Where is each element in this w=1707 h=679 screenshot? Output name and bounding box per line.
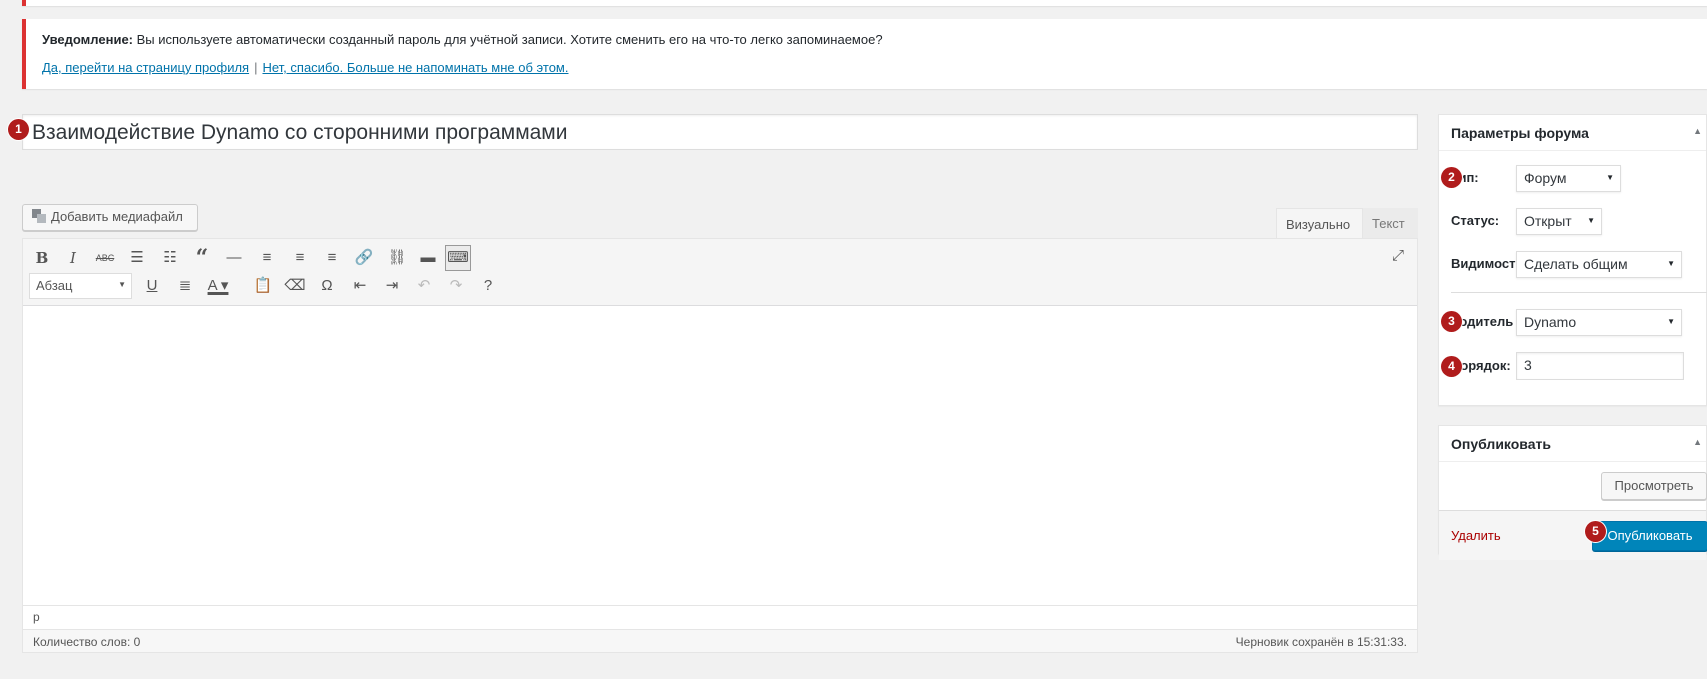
type-select[interactable]: Форум xyxy=(1516,165,1621,192)
visibility-select[interactable]: Сделать общим xyxy=(1516,251,1682,278)
add-media-button[interactable]: Добавить медиафайл xyxy=(22,204,198,231)
go-to-profile-link[interactable]: Да, перейти на страницу профиля xyxy=(42,60,249,75)
notice-label: Уведомление: xyxy=(42,32,133,47)
top-notice-strip xyxy=(22,0,1707,6)
strikethrough-icon[interactable]: ABC xyxy=(92,245,118,271)
publish-header[interactable]: Опубликовать ▲ xyxy=(1439,426,1706,462)
draft-saved-status: Черновик сохранён в 15:31:33. xyxy=(1235,635,1407,649)
text-color-icon[interactable]: A ▾ xyxy=(201,273,235,299)
justify-icon[interactable]: ≣ xyxy=(172,273,198,299)
preview-button[interactable]: Просмотреть xyxy=(1601,472,1707,500)
notice-separator: | xyxy=(254,60,258,75)
help-icon[interactable]: ? xyxy=(475,273,501,299)
parent-select[interactable]: Dynamo xyxy=(1516,309,1682,336)
clear-formatting-icon[interactable]: ⌫ xyxy=(282,273,308,299)
align-center-icon[interactable]: ≡ xyxy=(287,245,313,271)
publish-button[interactable]: Опубликовать xyxy=(1592,521,1707,551)
order-input[interactable]: 3 xyxy=(1516,352,1684,380)
post-title-input[interactable]: Взаимодействие Dynamo со сторонними прог… xyxy=(22,114,1418,150)
password-notice: Уведомление: Вы используете автоматическ… xyxy=(22,19,1707,89)
section-divider xyxy=(1451,292,1707,293)
forum-params-header[interactable]: Параметры форума ▲ xyxy=(1439,115,1706,151)
tab-visual[interactable]: Визуально xyxy=(1276,208,1363,238)
editor-toolbar: B I ABC ☰ ☷ “ — ≡ ≡ ≡ 🔗 ⛓ ▬ ⌨ ⤢ Абзац U … xyxy=(23,239,1417,306)
bullet-list-icon[interactable]: ☰ xyxy=(124,245,150,271)
unlink-icon[interactable]: ⛓ xyxy=(384,245,410,271)
status-label: Статус: xyxy=(1451,213,1500,228)
toolbar-toggle-icon[interactable]: ⌨ xyxy=(445,245,471,271)
horizontal-line-icon[interactable]: — xyxy=(221,245,247,271)
editor-status-bar: Количество слов: 0 Черновик сохранён в 1… xyxy=(22,629,1418,653)
delete-link[interactable]: Удалить xyxy=(1451,528,1501,543)
media-icon xyxy=(32,209,46,223)
paste-text-icon[interactable]: 📋 xyxy=(250,273,276,299)
publish-actions: Удалить Опубликовать xyxy=(1439,510,1707,560)
indent-icon[interactable]: ⇥ xyxy=(379,273,405,299)
publish-title: Опубликовать xyxy=(1451,436,1551,452)
callout-badge-5: 5 xyxy=(1585,521,1606,542)
forum-params-box: Параметры форума▲ Тип: Форум Статус: Отк… xyxy=(1438,114,1707,406)
special-character-icon[interactable]: Ω xyxy=(314,273,340,299)
italic-icon[interactable]: I xyxy=(60,245,86,271)
publish-box: Опубликовать ▲ Просмотреть Удалить Опубли… xyxy=(1438,425,1707,560)
align-left-icon[interactable]: ≡ xyxy=(254,245,280,271)
undo-icon[interactable]: ↶ xyxy=(411,273,437,299)
read-more-icon[interactable]: ▬ xyxy=(415,245,441,271)
underline-icon[interactable]: U xyxy=(139,273,165,299)
bold-icon[interactable]: B xyxy=(29,245,55,271)
notice-text: Вы используете автоматически созданный п… xyxy=(136,32,883,47)
dismiss-notice-link[interactable]: Нет, спасибо. Больше не напоминать мне о… xyxy=(262,60,568,75)
notice-links: Да, перейти на страницу профиля | Нет, спа… xyxy=(42,60,1707,75)
align-right-icon[interactable]: ≡ xyxy=(319,245,345,271)
callout-badge-3: 3 xyxy=(1441,311,1462,332)
content-editor: B I ABC ☰ ☷ “ — ≡ ≡ ≡ 🔗 ⛓ ▬ ⌨ ⤢ Абзац U … xyxy=(22,238,1418,651)
editor-content-area[interactable] xyxy=(23,306,1417,604)
visibility-label: Видимост xyxy=(1451,256,1516,271)
outdent-icon[interactable]: ⇤ xyxy=(347,273,373,299)
add-media-label: Добавить медиафайл xyxy=(51,209,183,224)
callout-badge-2: 2 xyxy=(1441,167,1462,188)
fullscreen-icon[interactable]: ⤢ xyxy=(1385,243,1411,269)
callout-badge-4: 4 xyxy=(1441,356,1462,377)
callout-badge-1: 1 xyxy=(8,119,29,140)
collapse-arrow-icon[interactable]: ▲ xyxy=(1693,437,1702,447)
format-select[interactable]: Абзац xyxy=(29,273,132,299)
collapse-arrow-icon[interactable]: ▲ xyxy=(1693,126,1702,136)
word-count: Количество слов: 0 xyxy=(33,635,141,649)
notice-message: Уведомление: Вы используете автоматическ… xyxy=(42,32,1707,47)
editor-path: p xyxy=(23,605,1417,627)
numbered-list-icon[interactable]: ☷ xyxy=(157,245,183,271)
redo-icon[interactable]: ↷ xyxy=(443,273,469,299)
status-select[interactable]: Открыт xyxy=(1516,208,1602,235)
link-icon[interactable]: 🔗 xyxy=(351,245,377,271)
tab-text[interactable]: Текст xyxy=(1363,208,1418,238)
forum-params-title: Параметры форума xyxy=(1451,125,1589,141)
blockquote-icon[interactable]: “ xyxy=(189,245,215,271)
